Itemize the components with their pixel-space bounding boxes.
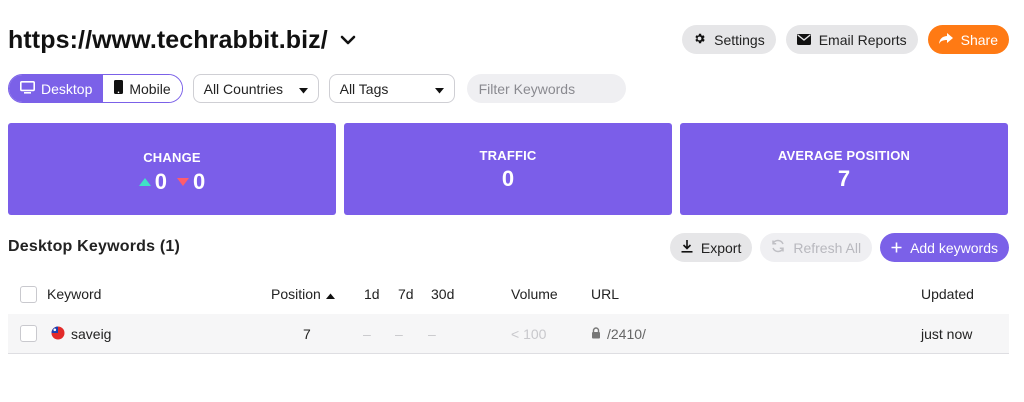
dropdown-caret-icon [434, 81, 444, 97]
position-value: 7 [303, 326, 311, 342]
export-button[interactable]: Export [669, 233, 753, 262]
tags-select[interactable]: All Tags [328, 74, 455, 103]
keyword-cell: saveig [51, 320, 111, 348]
download-icon [681, 239, 693, 256]
change-label: CHANGE [143, 150, 201, 165]
export-label: Export [700, 239, 742, 256]
updated-value: just now [921, 326, 973, 342]
traffic-card: TRAFFIC 0 [344, 123, 672, 215]
triangle-up-icon [138, 178, 151, 186]
change-down-count: 0 [193, 169, 206, 194]
table-row[interactable]: saveig 7 – – – < 100 /2410/ just now [8, 314, 1009, 354]
gear-icon [693, 32, 706, 48]
select-all-checkbox[interactable] [20, 280, 37, 308]
device-toggle: Desktop Mobile [8, 74, 183, 103]
change-value: 0 0 [8, 166, 336, 195]
sort-up-icon [325, 286, 335, 302]
stats-panel: CHANGE 0 0 TRAFFIC 0 AVERAGE POSITION 7 [8, 123, 1008, 215]
share-arrow-icon [938, 32, 953, 48]
countries-select[interactable]: All Countries [192, 74, 319, 103]
keyword-text: saveig [71, 326, 112, 342]
filter-keywords-input[interactable] [466, 74, 626, 103]
envelope-icon [796, 32, 811, 48]
top-actions: Settings Email Reports Share [682, 25, 1009, 54]
column-position-label: Position [271, 286, 321, 302]
column-30d[interactable]: 30d [431, 280, 454, 308]
keywords-actions: Export Refresh All Add keywords [669, 233, 1009, 262]
row-checkbox[interactable] [20, 325, 37, 342]
change-1d-value: – [363, 326, 371, 342]
settings-button[interactable]: Settings [682, 25, 776, 54]
volume-value: < 100 [511, 326, 547, 342]
traffic-value: 0 [501, 166, 515, 191]
mobile-label: Mobile [129, 80, 171, 97]
table-header: Keyword Position 1d 7d 30d Volume URL Up… [8, 280, 1009, 308]
tags-select-value: All Tags [339, 80, 389, 97]
average-position-card: AVERAGE POSITION 7 [680, 123, 1008, 215]
filter-bar: Desktop Mobile All Countries All Tags [8, 74, 626, 103]
change-30d-value: – [428, 326, 436, 342]
share-label: Share [960, 31, 998, 48]
triangle-down-icon [177, 178, 189, 186]
column-volume[interactable]: Volume [511, 280, 558, 308]
countries-select-value: All Countries [203, 80, 283, 97]
email-reports-button[interactable]: Email Reports [785, 25, 918, 54]
add-keywords-button[interactable]: Add keywords [880, 233, 1009, 262]
mobile-toggle-button[interactable]: Mobile [103, 75, 182, 102]
traffic-label: TRAFFIC [479, 148, 537, 163]
lock-icon [591, 326, 601, 342]
chevron-down-icon[interactable] [340, 35, 356, 45]
change-7d-value: – [395, 326, 403, 342]
column-keyword[interactable]: Keyword [47, 280, 101, 308]
plus-icon [891, 240, 902, 256]
desktop-toggle-button[interactable]: Desktop [9, 75, 104, 102]
site-header: https://www.techrabbit.biz/ [8, 22, 356, 58]
refresh-all-button[interactable]: Refresh All [760, 233, 873, 262]
site-title: https://www.techrabbit.biz/ [8, 25, 328, 54]
column-1d[interactable]: 1d [364, 280, 380, 308]
column-position[interactable]: Position [271, 280, 335, 308]
settings-label: Settings [714, 31, 765, 48]
url-cell[interactable]: /2410/ [591, 320, 646, 348]
column-url[interactable]: URL [591, 280, 619, 308]
refresh-icon [771, 239, 785, 256]
column-7d[interactable]: 7d [398, 280, 414, 308]
desktop-icon [20, 80, 35, 97]
dropdown-caret-icon [298, 81, 308, 97]
average-position-value: 7 [837, 166, 851, 191]
change-up-count: 0 [154, 169, 167, 194]
refresh-all-label: Refresh All [793, 239, 862, 256]
mobile-icon [114, 80, 124, 97]
column-updated[interactable]: Updated [921, 280, 974, 308]
desktop-label: Desktop [41, 80, 93, 97]
keywords-section-title: Desktop Keywords (1) [8, 238, 181, 255]
email-reports-label: Email Reports [818, 31, 907, 48]
change-card: CHANGE 0 0 [8, 123, 336, 215]
share-button[interactable]: Share [927, 25, 1009, 54]
average-position-label: AVERAGE POSITION [777, 148, 911, 163]
flag-icon [51, 326, 65, 343]
add-keywords-label: Add keywords [910, 239, 998, 256]
url-text: /2410/ [607, 326, 646, 342]
